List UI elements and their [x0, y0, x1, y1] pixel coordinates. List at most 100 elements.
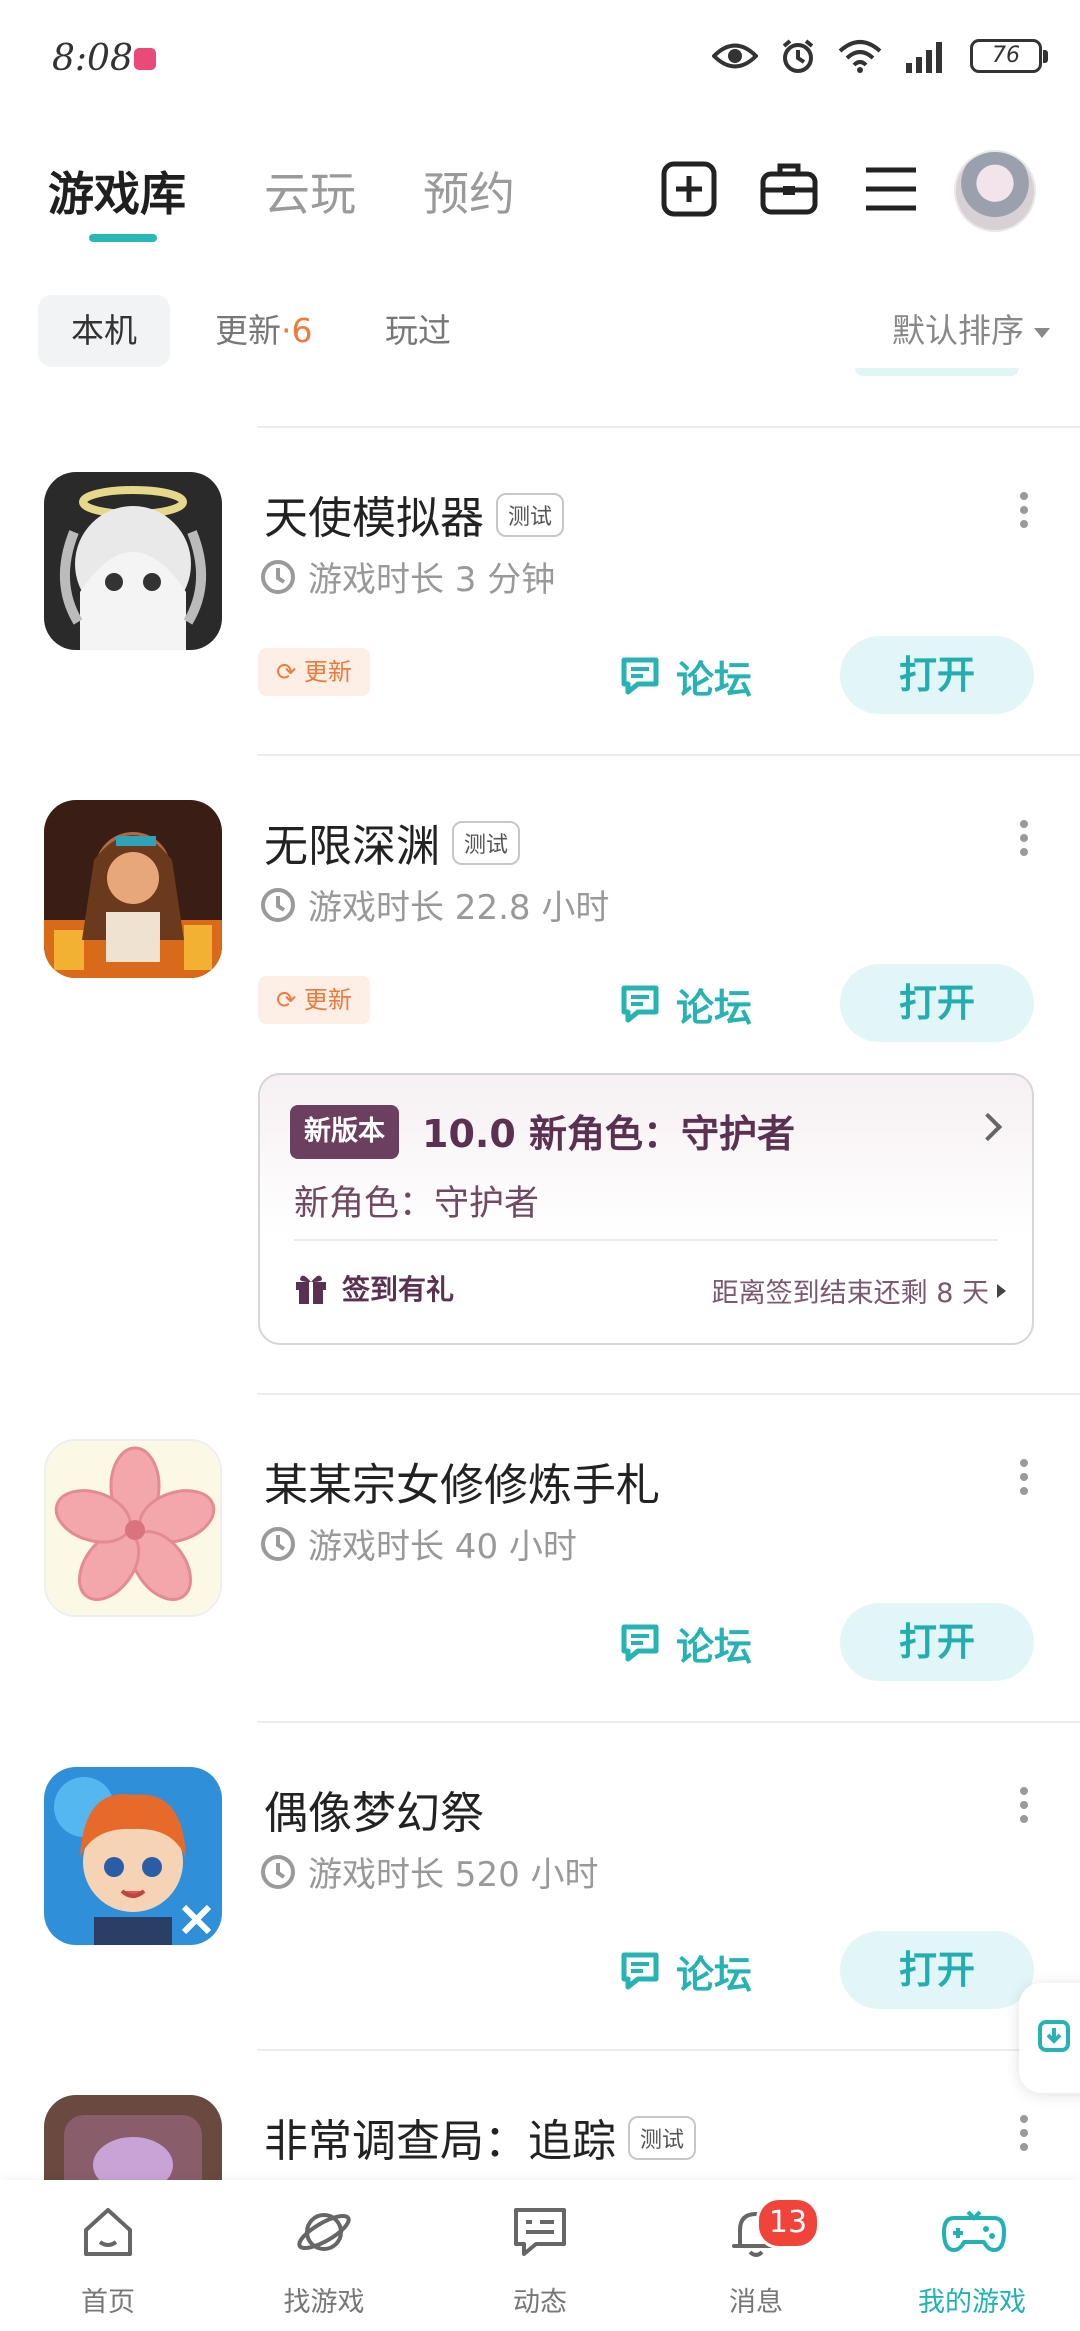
play-time-text: 游戏时长 22.8 小时: [308, 888, 610, 928]
nav-home[interactable]: 首页: [0, 2180, 216, 2331]
tab-cloud-play[interactable]: 云玩: [264, 158, 356, 224]
nav-home-label: 首页: [81, 2287, 135, 2318]
more-options-icon[interactable]: [1018, 492, 1030, 532]
forum-button[interactable]: 论坛: [618, 965, 752, 1043]
add-icon[interactable]: [660, 160, 718, 218]
tab-game-library[interactable]: 游戏库: [48, 158, 186, 224]
divider: [257, 426, 1080, 428]
game-icon-angel[interactable]: [44, 472, 222, 650]
filter-played[interactable]: 玩过: [352, 295, 484, 367]
play-time-text: 游戏时长 520 小时: [308, 1855, 599, 1895]
filter-row: 本机 更新·6 玩过 默认排序: [0, 295, 1080, 375]
user-avatar[interactable]: [954, 150, 1036, 232]
game-icon-abyss[interactable]: [44, 800, 222, 978]
more-options-icon[interactable]: [1018, 1787, 1030, 1827]
caret-right-icon: [997, 1283, 1006, 1298]
forum-button[interactable]: 论坛: [618, 1932, 752, 2010]
version-promo-card[interactable]: 新版本 10.0 新角色：守护者 新角色：守护者 签到有礼 距离签到结束还剩 8…: [258, 1073, 1034, 1345]
test-tag: 测试: [452, 821, 521, 865]
game-title[interactable]: 非常调查局：追踪 测试: [264, 2105, 697, 2169]
clock-icon: [261, 1526, 295, 1561]
test-tag: 测试: [628, 2116, 697, 2160]
filter-local[interactable]: 本机: [38, 295, 170, 367]
clock-icon: [261, 559, 295, 594]
status-bar: 8:08 76: [0, 0, 1080, 125]
forum-icon: [621, 657, 659, 695]
gamepad-icon: [942, 2210, 1006, 2252]
play-time-text: 游戏时长 40 小时: [308, 1527, 577, 1567]
checkin-gift[interactable]: 签到有礼: [294, 1268, 454, 1308]
nav-feed-label: 动态: [513, 2287, 567, 2318]
bottom-navigation: 首页 找游戏 动态 消息 我的游戏: [0, 2180, 1080, 2331]
nav-my-games[interactable]: 我的游戏: [864, 2180, 1080, 2331]
open-button[interactable]: 打开: [840, 964, 1034, 1042]
chevron-right-icon[interactable]: [973, 1112, 1003, 1142]
nav-find-games-label: 找游戏: [283, 2287, 365, 2318]
battery-indicator: 76: [970, 39, 1048, 73]
filter-updates-label: 更新: [215, 311, 281, 350]
play-time: 游戏时长 520 小时: [260, 1847, 599, 1896]
game-title[interactable]: 某某宗女修修炼手札: [264, 1449, 660, 1513]
more-options-icon[interactable]: [1018, 1459, 1030, 1499]
forum-label: 论坛: [676, 985, 753, 1030]
game-title[interactable]: 无限深渊 测试: [264, 810, 521, 874]
forum-icon: [621, 1952, 659, 1990]
forum-button[interactable]: 论坛: [618, 1604, 752, 1682]
filter-updates[interactable]: 更新·6: [182, 295, 346, 367]
play-time: 游戏时长 40 小时: [260, 1519, 577, 1568]
nav-feed[interactable]: 动态: [432, 2180, 648, 2331]
game-title[interactable]: 天使模拟器 测试: [264, 482, 565, 546]
signal-icon: [906, 42, 942, 73]
play-time: 游戏时长 3 分钟: [260, 552, 555, 601]
play-time: 游戏时长 22.8 小时: [260, 880, 609, 929]
divider: [294, 1239, 998, 1241]
gift-icon: [296, 1275, 326, 1304]
forum-label: 论坛: [676, 1952, 753, 1997]
status-icons: 76: [712, 38, 1048, 74]
open-button[interactable]: 打开: [840, 636, 1034, 714]
forum-button[interactable]: 论坛: [618, 637, 752, 715]
nav-find-games[interactable]: 找游戏: [216, 2180, 432, 2331]
sort-label: 默认排序: [892, 311, 1024, 350]
open-button[interactable]: 打开: [840, 1603, 1034, 1681]
updates-count: ·6: [281, 311, 313, 350]
menu-icon[interactable]: [862, 160, 920, 218]
clock-icon: [261, 887, 295, 922]
promo-headline: 10.0 新角色：守护者: [422, 1112, 795, 1156]
toolbox-icon[interactable]: [760, 160, 818, 218]
open-button[interactable]: 打开: [840, 1931, 1034, 2009]
promo-subtitle: 新角色：守护者: [294, 1184, 540, 1224]
game-title[interactable]: 偶像梦幻祭: [264, 1777, 484, 1841]
floating-download-button[interactable]: [1019, 1983, 1080, 2093]
nav-my-games-label: 我的游戏: [918, 2287, 1026, 2318]
nav-messages-label: 消息: [729, 2287, 783, 2318]
tab-reservation[interactable]: 预约: [423, 158, 515, 224]
forum-icon: [621, 985, 659, 1023]
update-badge[interactable]: ⟳ 更新: [258, 976, 370, 1024]
sort-dropdown[interactable]: 默认排序: [892, 295, 1050, 367]
forum-label: 论坛: [676, 657, 753, 702]
new-version-badge: 新版本: [290, 1105, 399, 1159]
game-icon-idol[interactable]: [44, 1767, 222, 1945]
nav-messages[interactable]: 消息: [648, 2180, 864, 2331]
top-header: 游戏库 云玩 预约: [0, 140, 1080, 250]
divider: [257, 1721, 1080, 1723]
wifi-icon: [838, 40, 882, 73]
eye-icon: [712, 43, 758, 69]
alarm-icon: [782, 39, 814, 73]
divider: [257, 754, 1080, 756]
battery-level: 76: [992, 43, 1020, 68]
divider: [257, 2049, 1080, 2051]
notification-app-icon: [134, 48, 156, 70]
more-options-icon[interactable]: [1018, 2115, 1030, 2155]
game-icon-blossom[interactable]: [44, 1439, 222, 1617]
update-badge[interactable]: ⟳ 更新: [258, 648, 370, 696]
status-time: 8:08: [52, 38, 133, 79]
chat-icon: [514, 2208, 566, 2256]
gift-label: 签到有礼: [342, 1273, 455, 1306]
divider: [257, 1393, 1080, 1395]
countdown-text: 距离签到结束还剩 8 天: [711, 1278, 989, 1309]
checkin-countdown[interactable]: 距离签到结束还剩 8 天: [712, 1271, 1006, 1310]
more-options-icon[interactable]: [1018, 820, 1030, 860]
messages-count-badge: 13: [756, 2197, 820, 2249]
